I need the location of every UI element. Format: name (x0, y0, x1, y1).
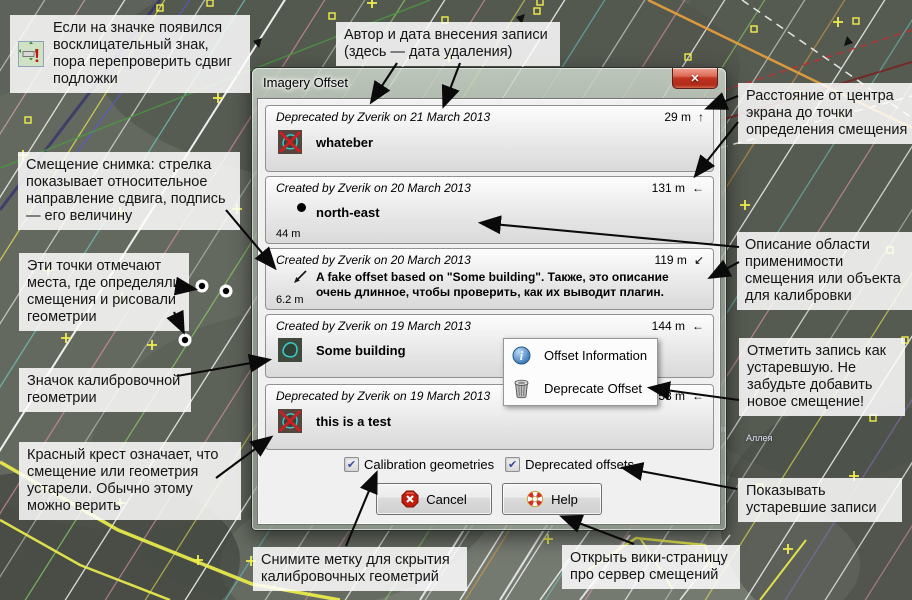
menu-item-deprecate-offset[interactable]: Deprecate Offset (504, 372, 657, 405)
entry-distance: 144 m (652, 319, 685, 333)
help-lifebuoy-icon (526, 490, 544, 508)
annotation-red-cross: Красный крест означает, что смещение или… (19, 442, 241, 520)
annotation-text: Если на значке появился восклицательный … (53, 20, 242, 88)
menu-item-label: Offset Information (544, 348, 647, 363)
offset-entry-whateber[interactable]: Deprecated by Zverik on 21 March 2013 29… (265, 105, 714, 172)
cancel-button[interactable]: Cancel (376, 483, 492, 515)
annotation-calibration-icon: Значок калибровочной геометрии (19, 368, 191, 412)
entry-author-date: Deprecated by Zverik on 19 March 2013 (276, 389, 490, 403)
dialog-body: Deprecated by Zverik on 21 March 2013 29… (257, 98, 721, 525)
checkbox-icon (505, 457, 520, 472)
dialog-title: Imagery Offset (263, 75, 348, 90)
svg-text:!: ! (34, 46, 40, 66)
entry-description: A fake offset based on "Some building". … (316, 270, 701, 300)
imagery-offset-dialog: Imagery Offset ✕ Deprecated by Zverik on… (252, 68, 726, 530)
annotation-distance: Расстояние от центра экрана до точки опр… (738, 83, 912, 144)
entry-distance: 29 m (664, 110, 691, 124)
calibration-geometries-checkbox[interactable]: Calibration geometries (344, 457, 494, 472)
direction-arrow-icon: ← (692, 181, 704, 195)
entry-author-date: Created by Zverik on 20 March 2013 (276, 253, 471, 267)
entry-name: north-east (316, 205, 380, 220)
offset-entry-north-east[interactable]: Created by Zverik on 20 March 2013 131 m… (265, 176, 714, 244)
info-icon: i (512, 346, 531, 365)
annotation-show-deprecated: Показывать устаревшие записи (738, 478, 902, 522)
cancel-label: Cancel (426, 492, 466, 507)
offset-dot-icon (297, 203, 306, 212)
dialog-buttons: Cancel Help (258, 483, 720, 515)
offset-context-menu: i Offset Information Deprecate Offset (503, 338, 658, 406)
annotation-offset-arrow: Смещение снимка: стрелка показывает отно… (18, 152, 240, 230)
filter-checkboxes: Calibration geometries Deprecated offset… (258, 457, 720, 472)
imagery-offset-warning-icon: ! (18, 41, 44, 67)
annotation-exclamation: ! Если на значке появился восклицательны… (10, 15, 250, 93)
help-label: Help (551, 492, 578, 507)
deprecated-geometry-icon (278, 130, 302, 154)
calibration-geometry-icon (278, 338, 302, 362)
map-street-label-2: Аллея (746, 433, 772, 443)
checkbox-icon (344, 457, 359, 472)
entry-author-date: Created by Zverik on 19 March 2013 (276, 319, 471, 333)
annotation-wiki: Открыть вики-страницу про сервер смещени… (562, 545, 740, 589)
close-button[interactable]: ✕ (672, 68, 718, 89)
menu-item-label: Deprecate Offset (544, 381, 642, 396)
entry-author-date: Deprecated by Zverik on 21 March 2013 (276, 110, 490, 124)
annotation-points: Эти точки отмечают места, где определяли… (19, 253, 189, 331)
annotation-author-date: Автор и дата внесения записи (здесь — да… (336, 22, 560, 66)
offset-magnitude-label: 44 m (276, 228, 300, 240)
annotation-description: Описание области применимости смещения и… (737, 232, 912, 310)
direction-arrow-icon: ← (692, 319, 704, 333)
checkbox-label: Deprecated offsets (525, 457, 634, 472)
direction-arrow-icon: ← (692, 389, 704, 403)
svg-text:i: i (520, 349, 524, 363)
offset-arrow-icon (290, 268, 310, 288)
entry-distance: 131 m (652, 181, 685, 195)
offset-magnitude-label: 6.2 m (276, 294, 304, 306)
entry-author-date: Created by Zverik on 20 March 2013 (276, 181, 471, 195)
direction-arrow-icon: ↙ (694, 253, 704, 267)
menu-item-offset-information[interactable]: i Offset Information (504, 339, 657, 372)
entry-name: Some building (316, 343, 406, 358)
deprecated-offsets-checkbox[interactable]: Deprecated offsets (505, 457, 634, 472)
offset-entry-fake-offset[interactable]: Created by Zverik on 20 March 2013 119 m… (265, 248, 714, 310)
cancel-stop-icon (401, 490, 419, 508)
screenshot-root: аллея Аллея Imagery Offset ✕ Deprecated … (0, 0, 912, 600)
help-button[interactable]: Help (502, 483, 602, 515)
entry-distance: 119 m (654, 253, 686, 267)
entry-name: whateber (316, 135, 373, 150)
annotation-hide-calibration: Снимите метку для скрытия калибровочных … (253, 547, 467, 591)
direction-arrow-icon: ↑ (698, 110, 704, 124)
deprecated-geometry-icon (278, 409, 302, 433)
checkbox-label: Calibration geometries (364, 457, 494, 472)
annotation-deprecate: Отметить запись как устаревшую. Не забуд… (739, 338, 905, 416)
close-icon: ✕ (690, 72, 699, 85)
entry-name: this is a test (316, 414, 391, 429)
trash-icon (512, 378, 531, 399)
dialog-titlebar[interactable]: Imagery Offset (252, 68, 726, 98)
